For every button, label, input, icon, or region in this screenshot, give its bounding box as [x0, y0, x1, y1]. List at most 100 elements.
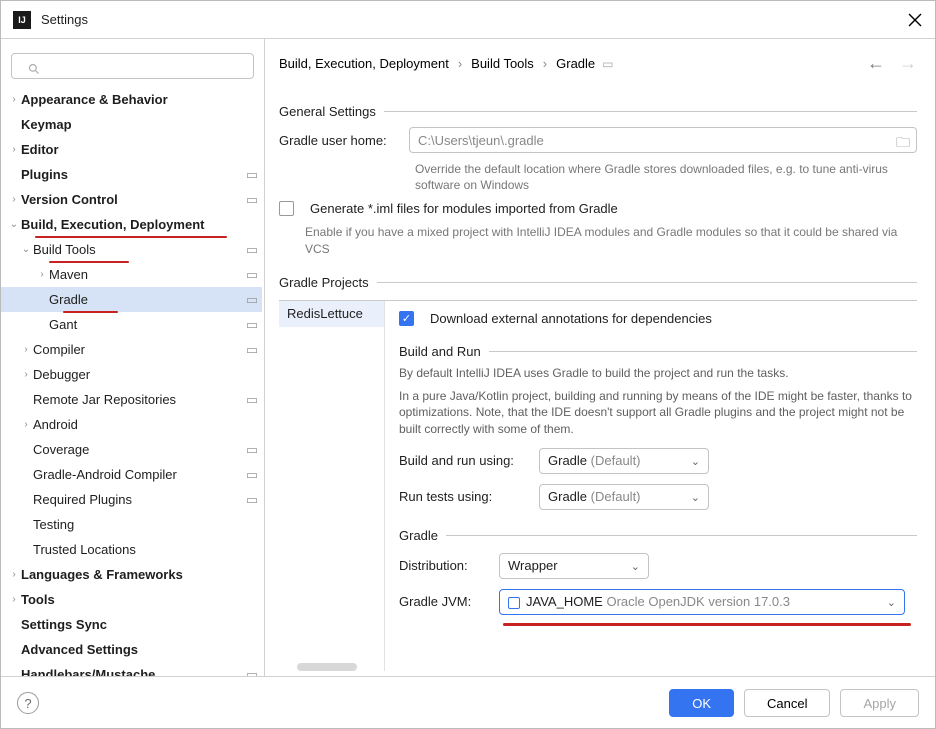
build-using-select[interactable]: Gradle (Default) ⌄ — [539, 448, 709, 474]
module-scope-icon: ▭ — [242, 392, 262, 408]
download-annotations-checkbox[interactable]: ✓ — [399, 311, 414, 326]
tree-item-label: Required Plugins — [33, 492, 242, 507]
app-logo-icon: IJ — [13, 11, 31, 29]
tree-item-label: Maven — [49, 267, 242, 282]
tree-item[interactable]: Advanced Settings — [1, 637, 262, 662]
nav-back-icon[interactable]: ← — [867, 53, 885, 74]
tree-item-label: Gradle-Android Compiler — [33, 467, 242, 482]
run-tests-select[interactable]: Gradle (Default) ⌄ — [539, 484, 709, 510]
section-projects: Gradle Projects — [279, 275, 377, 290]
chevron-right-icon: › — [7, 594, 21, 605]
download-annotations-label: Download external annotations for depend… — [430, 311, 712, 326]
module-scope-icon: ▭ — [242, 192, 262, 208]
apply-button[interactable]: Apply — [840, 689, 919, 717]
tree-item-label: Compiler — [33, 342, 242, 357]
build-desc-1: By default IntelliJ IDEA uses Gradle to … — [399, 365, 917, 382]
tree-item[interactable]: ›Maven▭ — [1, 262, 262, 287]
tree-item-label: Testing — [33, 517, 242, 532]
tree-item[interactable]: Gradle▭ — [1, 287, 262, 312]
iml-hint: Enable if you have a mixed project with … — [305, 224, 917, 256]
tree-item[interactable]: Trusted Locations — [1, 537, 262, 562]
chevron-right-icon: › — [458, 56, 462, 71]
search-icon — [28, 63, 40, 75]
tree-item[interactable]: Testing — [1, 512, 262, 537]
tree-item[interactable]: ⌄Build, Execution, Deployment — [1, 212, 262, 237]
section-gradle: Gradle — [399, 528, 446, 543]
tree-item[interactable]: ›Version Control▭ — [1, 187, 262, 212]
run-tests-label: Run tests using: — [399, 489, 539, 504]
generate-iml-checkbox[interactable] — [279, 201, 294, 216]
tree-item[interactable]: ›Tools — [1, 587, 262, 612]
tree-item[interactable]: Handlebars/Mustache▭ — [1, 662, 262, 676]
tree-item[interactable]: Keymap — [1, 112, 262, 137]
tree-item-label: Build, Execution, Deployment — [21, 217, 242, 232]
chevron-down-icon: ⌄ — [19, 244, 33, 255]
tree-item[interactable]: Settings Sync — [1, 612, 262, 637]
project-item[interactable]: RedisLettuce — [279, 301, 384, 327]
gradle-projects-list[interactable]: RedisLettuce — [279, 301, 385, 671]
close-icon[interactable] — [907, 12, 923, 28]
tree-item[interactable]: Remote Jar Repositories▭ — [1, 387, 262, 412]
chevron-right-icon: › — [19, 419, 33, 430]
module-scope-icon: ▭ — [242, 667, 262, 677]
module-scope-icon: ▭ — [242, 442, 262, 458]
tree-item[interactable]: ›Languages & Frameworks — [1, 562, 262, 587]
tree-item-label: Version Control — [21, 192, 242, 207]
tree-item[interactable]: ›Debugger — [1, 362, 262, 387]
section-build-run: Build and Run — [399, 344, 489, 359]
tree-item-label: Gant — [49, 317, 242, 332]
generate-iml-label: Generate *.iml files for modules importe… — [310, 201, 618, 216]
tree-item-label: Android — [33, 417, 242, 432]
chevron-down-icon: ⌄ — [691, 491, 700, 504]
breadcrumb: Build, Execution, Deployment›Build Tools… — [279, 56, 614, 71]
annotation-underline — [503, 623, 911, 626]
chevron-right-icon: › — [35, 269, 49, 280]
tree-item[interactable]: ⌄Build Tools▭ — [1, 237, 262, 262]
tree-item[interactable]: ›Appearance & Behavior — [1, 87, 262, 112]
chevron-down-icon: ⌄ — [7, 219, 21, 230]
build-using-label: Build and run using: — [399, 453, 539, 468]
chevron-down-icon: ⌄ — [631, 560, 640, 573]
jdk-icon — [508, 597, 520, 609]
tree-item[interactable]: Plugins▭ — [1, 162, 262, 187]
ok-button[interactable]: OK — [669, 689, 734, 717]
gradle-jvm-select[interactable]: JAVA_HOME Oracle OpenJDK version 17.0.3 … — [499, 589, 905, 615]
chevron-right-icon: › — [7, 144, 21, 155]
settings-search-input[interactable] — [11, 53, 254, 79]
tree-item[interactable]: ›Compiler▭ — [1, 337, 262, 362]
chevron-right-icon: › — [7, 569, 21, 580]
cancel-button[interactable]: Cancel — [744, 689, 830, 717]
user-home-hint: Override the default location where Grad… — [415, 161, 917, 193]
tree-item[interactable]: ›Editor — [1, 137, 262, 162]
module-scope-icon: ▭ — [242, 242, 262, 258]
chevron-right-icon: › — [543, 56, 547, 71]
tree-item[interactable]: Required Plugins▭ — [1, 487, 262, 512]
tree-item-label: Tools — [21, 592, 242, 607]
chevron-right-icon: › — [7, 194, 21, 205]
tree-item-label: Handlebars/Mustache — [21, 667, 242, 676]
tree-item-label: Appearance & Behavior — [21, 92, 242, 107]
folder-icon[interactable]: 🗀 — [896, 132, 910, 156]
tree-item-label: Coverage — [33, 442, 242, 457]
tree-item-label: Advanced Settings — [21, 642, 242, 657]
module-scope-icon: ▭ — [602, 57, 613, 71]
horizontal-scrollbar[interactable] — [297, 663, 357, 671]
tree-item[interactable]: Gradle-Android Compiler▭ — [1, 462, 262, 487]
tree-item[interactable]: Gant▭ — [1, 312, 262, 337]
module-scope-icon: ▭ — [242, 267, 262, 283]
chevron-down-icon: ⌄ — [691, 455, 700, 468]
nav-forward-icon[interactable]: → — [899, 53, 917, 74]
distribution-label: Distribution: — [399, 558, 499, 573]
build-desc-2: In a pure Java/Kotlin project, building … — [399, 388, 917, 438]
tree-item-label: Gradle — [49, 292, 242, 307]
tree-item-label: Build Tools — [33, 242, 242, 257]
gradle-user-home-input[interactable]: C:\Users\tjeun\.gradle 🗀 — [409, 127, 917, 153]
tree-item-label: Keymap — [21, 117, 242, 132]
gradle-user-home-label: Gradle user home: — [279, 133, 399, 148]
help-button[interactable]: ? — [17, 692, 39, 714]
chevron-right-icon: › — [7, 94, 21, 105]
settings-tree[interactable]: ›Appearance & BehaviorKeymap›EditorPlugi… — [1, 87, 264, 676]
tree-item[interactable]: ›Android — [1, 412, 262, 437]
tree-item[interactable]: Coverage▭ — [1, 437, 262, 462]
distribution-select[interactable]: Wrapper ⌄ — [499, 553, 649, 579]
